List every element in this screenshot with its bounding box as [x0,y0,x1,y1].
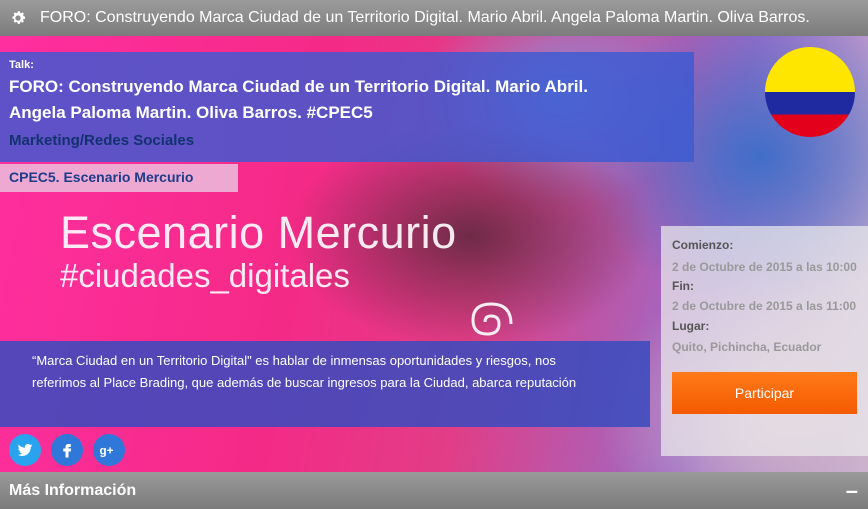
more-info-label: Más Información [9,482,137,499]
talk-info-panel: Talk: FORO: Construyendo Marca Ciudad de… [0,52,694,162]
description-panel: “Marca Ciudad en un Territorio Digital" … [0,341,650,427]
banner-title: Escenario Mercurio [60,207,457,258]
gear-icon[interactable] [0,0,36,36]
talk-category[interactable]: Marketing/Redes Sociales [9,132,194,149]
end-label: Fin: [672,279,694,293]
stage-tag-label: CPEC5. Escenario Mercurio [9,169,194,185]
top-bar: FORO: Construyendo Marca Ciudad de un Te… [0,0,868,36]
talk-title: FORO: Construyendo Marca Ciudad de un Te… [9,77,588,122]
participar-button[interactable]: Participar [672,372,857,414]
banner-hashtag: #ciudades_digitales [60,257,350,294]
colombia-flag-icon [765,47,855,137]
start-value: 2 de Octubre de 2015 a las 10:00 [672,260,857,274]
stage-tag[interactable]: CPEC5. Escenario Mercurio [0,164,238,192]
page-title: FORO: Construyendo Marca Ciudad de un Te… [40,9,810,26]
place-value: Quito, Pichincha, Ecuador [672,340,822,354]
description-text: “Marca Ciudad en un Territorio Digital" … [32,353,577,390]
more-info-bar[interactable]: Más Información – [0,472,868,509]
collapse-icon[interactable]: – [846,478,858,504]
schedule-panel: Comienzo: 2 de Octubre de 2015 a las 10:… [661,226,868,456]
hero-banner: Talk: FORO: Construyendo Marca Ciudad de… [0,36,868,472]
svg-text:g+: g+ [99,444,113,457]
end-value: 2 de Octubre de 2015 a las 11:00 [672,299,857,313]
twitter-icon[interactable] [9,434,41,466]
googleplus-icon[interactable]: g+ [93,434,125,466]
start-label: Comienzo: [672,238,734,252]
facebook-icon[interactable] [51,434,83,466]
talk-kicker: Talk: [9,59,34,71]
place-label: Lugar: [672,319,710,333]
